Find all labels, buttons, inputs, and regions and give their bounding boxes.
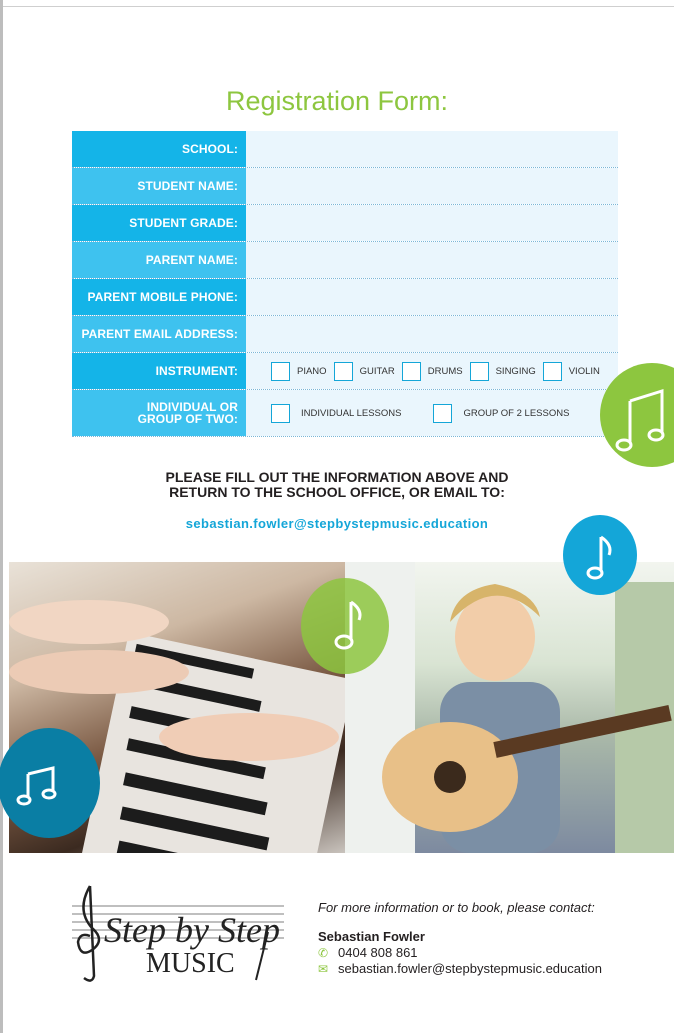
field-row-parent-phone: PARENT MOBILE PHONE: [72,279,618,316]
option-violin[interactable]: VIOLIN [542,361,600,381]
student-grade-field[interactable] [246,205,618,241]
field-label: INDIVIDUAL OR GROUP OF TWO: [72,390,246,436]
instructions-line: RETURN TO THE SCHOOL OFFICE, OR EMAIL TO… [169,484,505,500]
parent-email-field[interactable] [246,316,618,352]
option-piano[interactable]: PIANO [271,361,327,381]
step-by-step-music-logo: Step by Step MUSIC [62,880,292,985]
field-row-instrument: INSTRUMENT: PIANO GUITAR DRUMS SINGING V… [72,353,618,390]
option-label: DRUMS [427,365,463,377]
parent-phone-field[interactable] [246,279,618,315]
page-title: Registration Form: [225,86,449,116]
contact-phone-line: ✆ 0404 808 861 [318,945,658,960]
contact-block: For more information or to book, please … [318,900,658,976]
eighth-note-icon [586,535,612,580]
boy-guitar-illustration [345,562,674,853]
music-note-bubble [600,363,674,467]
checkbox[interactable] [542,361,562,381]
instructions-line: PLEASE FILL OUT THE INFORMATION ABOVE AN… [165,469,509,485]
parent-name-field[interactable] [246,242,618,278]
eighth-note-icon [334,600,362,650]
top-border [0,0,674,7]
option-label: GUITAR [359,365,395,377]
checkbox[interactable] [333,361,353,381]
group-options: INDIVIDUAL LESSONS GROUP OF 2 LESSONS [246,390,618,436]
checkbox[interactable] [271,361,290,381]
field-label: STUDENT GRADE: [72,205,246,241]
music-note-bubble [563,515,637,595]
option-label: GROUP OF 2 LESSONS [463,407,570,419]
field-row-parent-name: PARENT NAME: [72,242,618,279]
field-row-student-name: STUDENT NAME: [72,168,618,205]
contact-name: Sebastian Fowler [318,929,425,944]
field-label: PARENT EMAIL ADDRESS: [72,316,246,352]
label-line: GROUP OF TWO: [137,412,238,426]
contact-lead: For more information or to book, please … [318,900,595,915]
checkbox[interactable] [469,361,489,381]
option-label: INDIVIDUAL LESSONS [301,407,402,419]
field-label: STUDENT NAME: [72,168,246,204]
music-note-bubble [301,578,389,674]
instrument-options: PIANO GUITAR DRUMS SINGING VIOLIN [246,353,618,389]
contact-phone[interactable]: 0404 808 861 [338,945,418,960]
beamed-note-icon [16,766,57,806]
option-individual[interactable]: INDIVIDUAL LESSONS [271,403,402,423]
checkbox[interactable] [271,403,290,423]
logo-subtext: MUSIC [146,948,235,979]
checkbox[interactable] [401,361,421,381]
checkbox[interactable] [433,403,453,423]
registration-page: Registration Form: SCHOOL: STUDENT NAME:… [0,0,674,1033]
student-name-field[interactable] [246,168,618,204]
option-label: PIANO [297,365,327,377]
contact-email-line: ✉ sebastian.fowler@stepbystepmusic.educa… [318,961,658,976]
music-note-bubble [0,728,100,838]
registration-form: SCHOOL: STUDENT NAME: STUDENT GRADE: PAR… [72,131,618,437]
logo-text: Step by Step [104,910,280,950]
beamed-note-icon [615,388,665,452]
field-row-parent-email: PARENT EMAIL ADDRESS: [72,316,618,353]
option-label: VIOLIN [568,365,600,377]
envelope-icon: ✉ [318,961,329,976]
option-guitar[interactable]: GUITAR [333,361,395,381]
guitar-boy-photo [345,562,674,853]
option-group-of-two[interactable]: GROUP OF 2 LESSONS [433,403,570,423]
instructions: PLEASE FILL OUT THE INFORMATION ABOVE AN… [0,470,674,500]
field-label: INSTRUMENT: [72,353,246,389]
field-label: PARENT MOBILE PHONE: [72,279,246,315]
contact-email[interactable]: sebastian.fowler@stepbystepmusic.educati… [338,961,602,976]
phone-icon: ✆ [318,945,329,960]
logo-graphic: Step by Step MUSIC [72,885,284,982]
option-label: SINGING [495,365,536,377]
option-drums[interactable]: DRUMS [401,361,463,381]
field-label: PARENT NAME: [72,242,246,278]
school-field[interactable] [246,131,618,167]
field-label: SCHOOL: [72,131,246,167]
field-row-group: INDIVIDUAL OR GROUP OF TWO: INDIVIDUAL L… [72,390,618,437]
field-row-student-grade: STUDENT GRADE: [72,205,618,242]
option-singing[interactable]: SINGING [469,361,536,381]
field-row-school: SCHOOL: [72,131,618,168]
